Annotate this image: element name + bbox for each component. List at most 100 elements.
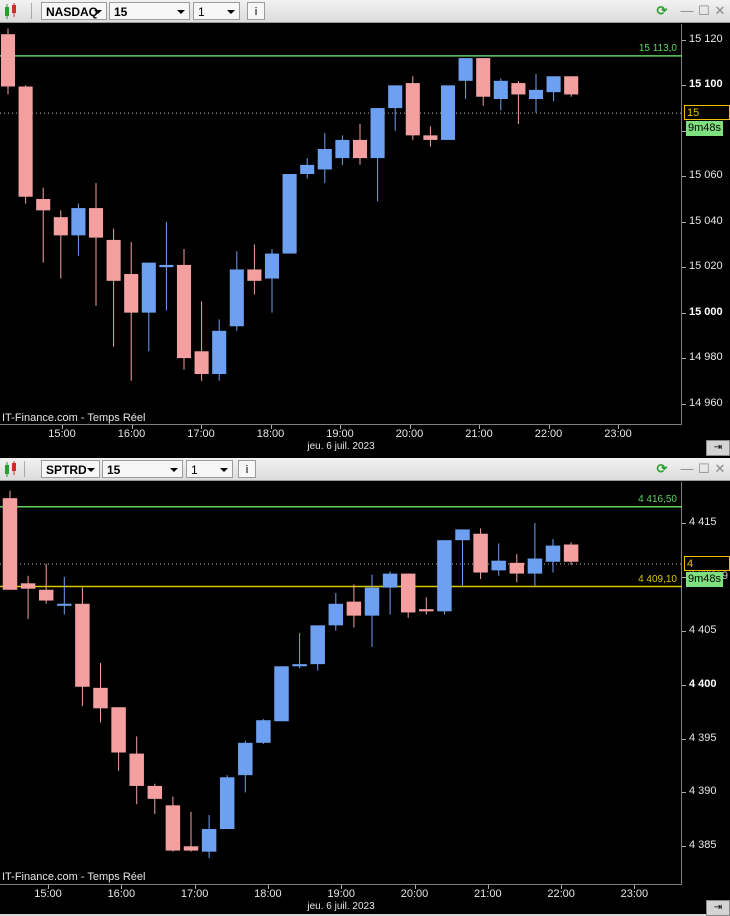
chart-toolbar: NASDAQ 15 minutes 1 jour i ⟳ — ☐ ✕ (0, 0, 730, 37)
candle-chart-icon[interactable] (3, 2, 19, 20)
time-axis[interactable]: jeu. 6 juil. 2023 15:00 16:00 17:00 18:00 19… (0, 884, 682, 914)
y-tick (682, 792, 686, 794)
x-tick-label: 23:00 (604, 428, 632, 440)
x-tick-label: 16:00 (117, 428, 146, 440)
x-tick-label: 22:00 (547, 888, 575, 900)
period-dropdown[interactable]: 1 jour (193, 2, 240, 37)
y-tick-label: 4 400 (689, 677, 717, 690)
y-tick-label: 4 395 (689, 731, 717, 744)
symbol-dropdown[interactable]: SPTRD (41, 460, 100, 478)
y-tick-label: 14 960 (689, 396, 723, 409)
minimize-icon[interactable]: — (680, 461, 694, 476)
maximize-icon[interactable]: ☐ (697, 3, 711, 18)
x-tick-label: 21:00 (474, 888, 502, 900)
refresh-icon[interactable]: ⟳ (655, 3, 669, 18)
time-axis[interactable]: jeu. 6 juil. 2023 15:00 16:00 17:00 18:00 19… (0, 424, 682, 454)
interval-dropdown[interactable]: 15 minutes (109, 2, 190, 37)
level-line-label: 15 113,0 (638, 42, 677, 54)
candle-body (2, 498, 18, 590)
candle-body (458, 58, 473, 81)
candle-body (20, 583, 36, 589)
candle-body (106, 239, 121, 281)
symbol-dropdown[interactable]: NASDAQ (41, 2, 107, 20)
candle-body (292, 664, 307, 667)
y-tick (682, 522, 686, 524)
last-price-tag: 15 087,8 (684, 105, 730, 134)
y-tick-label: 4 415 (689, 515, 717, 528)
price-axis[interactable]: 15 12015 10015 08015 06015 04015 02015 0… (682, 24, 730, 424)
candle-body (300, 164, 315, 174)
candle-body (129, 753, 144, 786)
price-chart[interactable]: IT-Finance.com - Temps Réel 4 416,50 4 40… (0, 482, 682, 884)
candle-timer: 9m48s (686, 121, 724, 137)
candle-body (57, 603, 72, 606)
x-tick-label: 19:00 (327, 888, 355, 900)
candle-body (400, 573, 416, 613)
chart-panel-sptrd: SPTRD 15 minutes 1 jour i ⟳ — ☐ ✕ IT-Fin… (0, 458, 730, 916)
y-tick (682, 176, 686, 178)
x-tick-label: 22:00 (534, 428, 563, 440)
close-icon[interactable]: ✕ (713, 461, 727, 476)
minimize-icon[interactable]: — (680, 3, 694, 18)
candle-body (473, 533, 488, 573)
close-icon[interactable]: ✕ (713, 3, 727, 18)
candle-body (88, 208, 104, 238)
info-icon[interactable]: i (247, 2, 265, 20)
candle-body (219, 777, 235, 830)
scroll-right-button[interactable]: ⇥ (706, 440, 730, 456)
y-tick (682, 312, 686, 314)
x-tick-label: 15:00 (34, 888, 62, 900)
candle-body (564, 76, 579, 95)
toolbar-separator (24, 461, 25, 477)
y-tick (682, 403, 686, 405)
candle-body (364, 587, 380, 616)
last-price-tag: 4 411,19 (684, 556, 730, 585)
candle-body (491, 560, 506, 571)
date-label: jeu. 6 juil. 2023 (307, 901, 375, 912)
y-tick-label: 14 980 (689, 351, 723, 364)
candle-body (264, 253, 280, 279)
candle-body (0, 34, 16, 87)
candle-body (194, 351, 209, 374)
info-icon[interactable]: i (238, 460, 256, 478)
candle-body (247, 269, 262, 281)
candle-body (527, 558, 543, 574)
candle-body (176, 264, 192, 359)
source-label: IT-Finance.com - Temps Réel (2, 412, 146, 424)
x-tick-label: 17:00 (187, 428, 215, 440)
x-tick-label: 16:00 (107, 888, 136, 900)
candle-body (238, 742, 253, 776)
period-dropdown[interactable]: 1 jour (186, 460, 233, 495)
candle-body (509, 562, 525, 574)
y-tick-label: 15 120 (689, 32, 723, 45)
candle-body (528, 89, 544, 99)
candlestick-chart (0, 490, 682, 859)
x-tick-label: 18:00 (256, 428, 285, 440)
candle-body (53, 217, 68, 236)
candle-body (382, 573, 398, 588)
candle-body (111, 707, 126, 753)
candle-body (229, 269, 244, 327)
refresh-icon[interactable]: ⟳ (655, 461, 669, 476)
interval-dropdown[interactable]: 15 minutes (102, 460, 183, 495)
candle-body (141, 262, 156, 313)
x-tick-label: 20:00 (400, 888, 429, 900)
candle-timer: 9m48s (686, 572, 724, 588)
x-tick-label: 21:00 (465, 428, 493, 440)
level-line-label: 4 416,50 (638, 493, 677, 505)
maximize-icon[interactable]: ☐ (697, 461, 711, 476)
y-tick (682, 39, 686, 41)
y-tick-label: 4 405 (689, 623, 717, 636)
candle-body (455, 529, 470, 541)
y-tick (682, 267, 686, 269)
price-axis[interactable]: 4 4154 4104 4054 4004 3954 3904 385 (682, 482, 730, 884)
x-tick-label: 18:00 (254, 888, 282, 900)
price-chart[interactable]: IT-Finance.com - Temps Réel 15 113,0 (0, 24, 682, 424)
y-tick-label: 4 390 (689, 785, 717, 798)
toolbar-separator (31, 3, 32, 19)
candle-body (201, 829, 217, 852)
y-tick-label: 15 060 (689, 169, 723, 182)
candle-chart-icon[interactable] (3, 460, 19, 478)
candle-body (546, 76, 561, 93)
y-tick-label: 4 385 (689, 839, 717, 852)
